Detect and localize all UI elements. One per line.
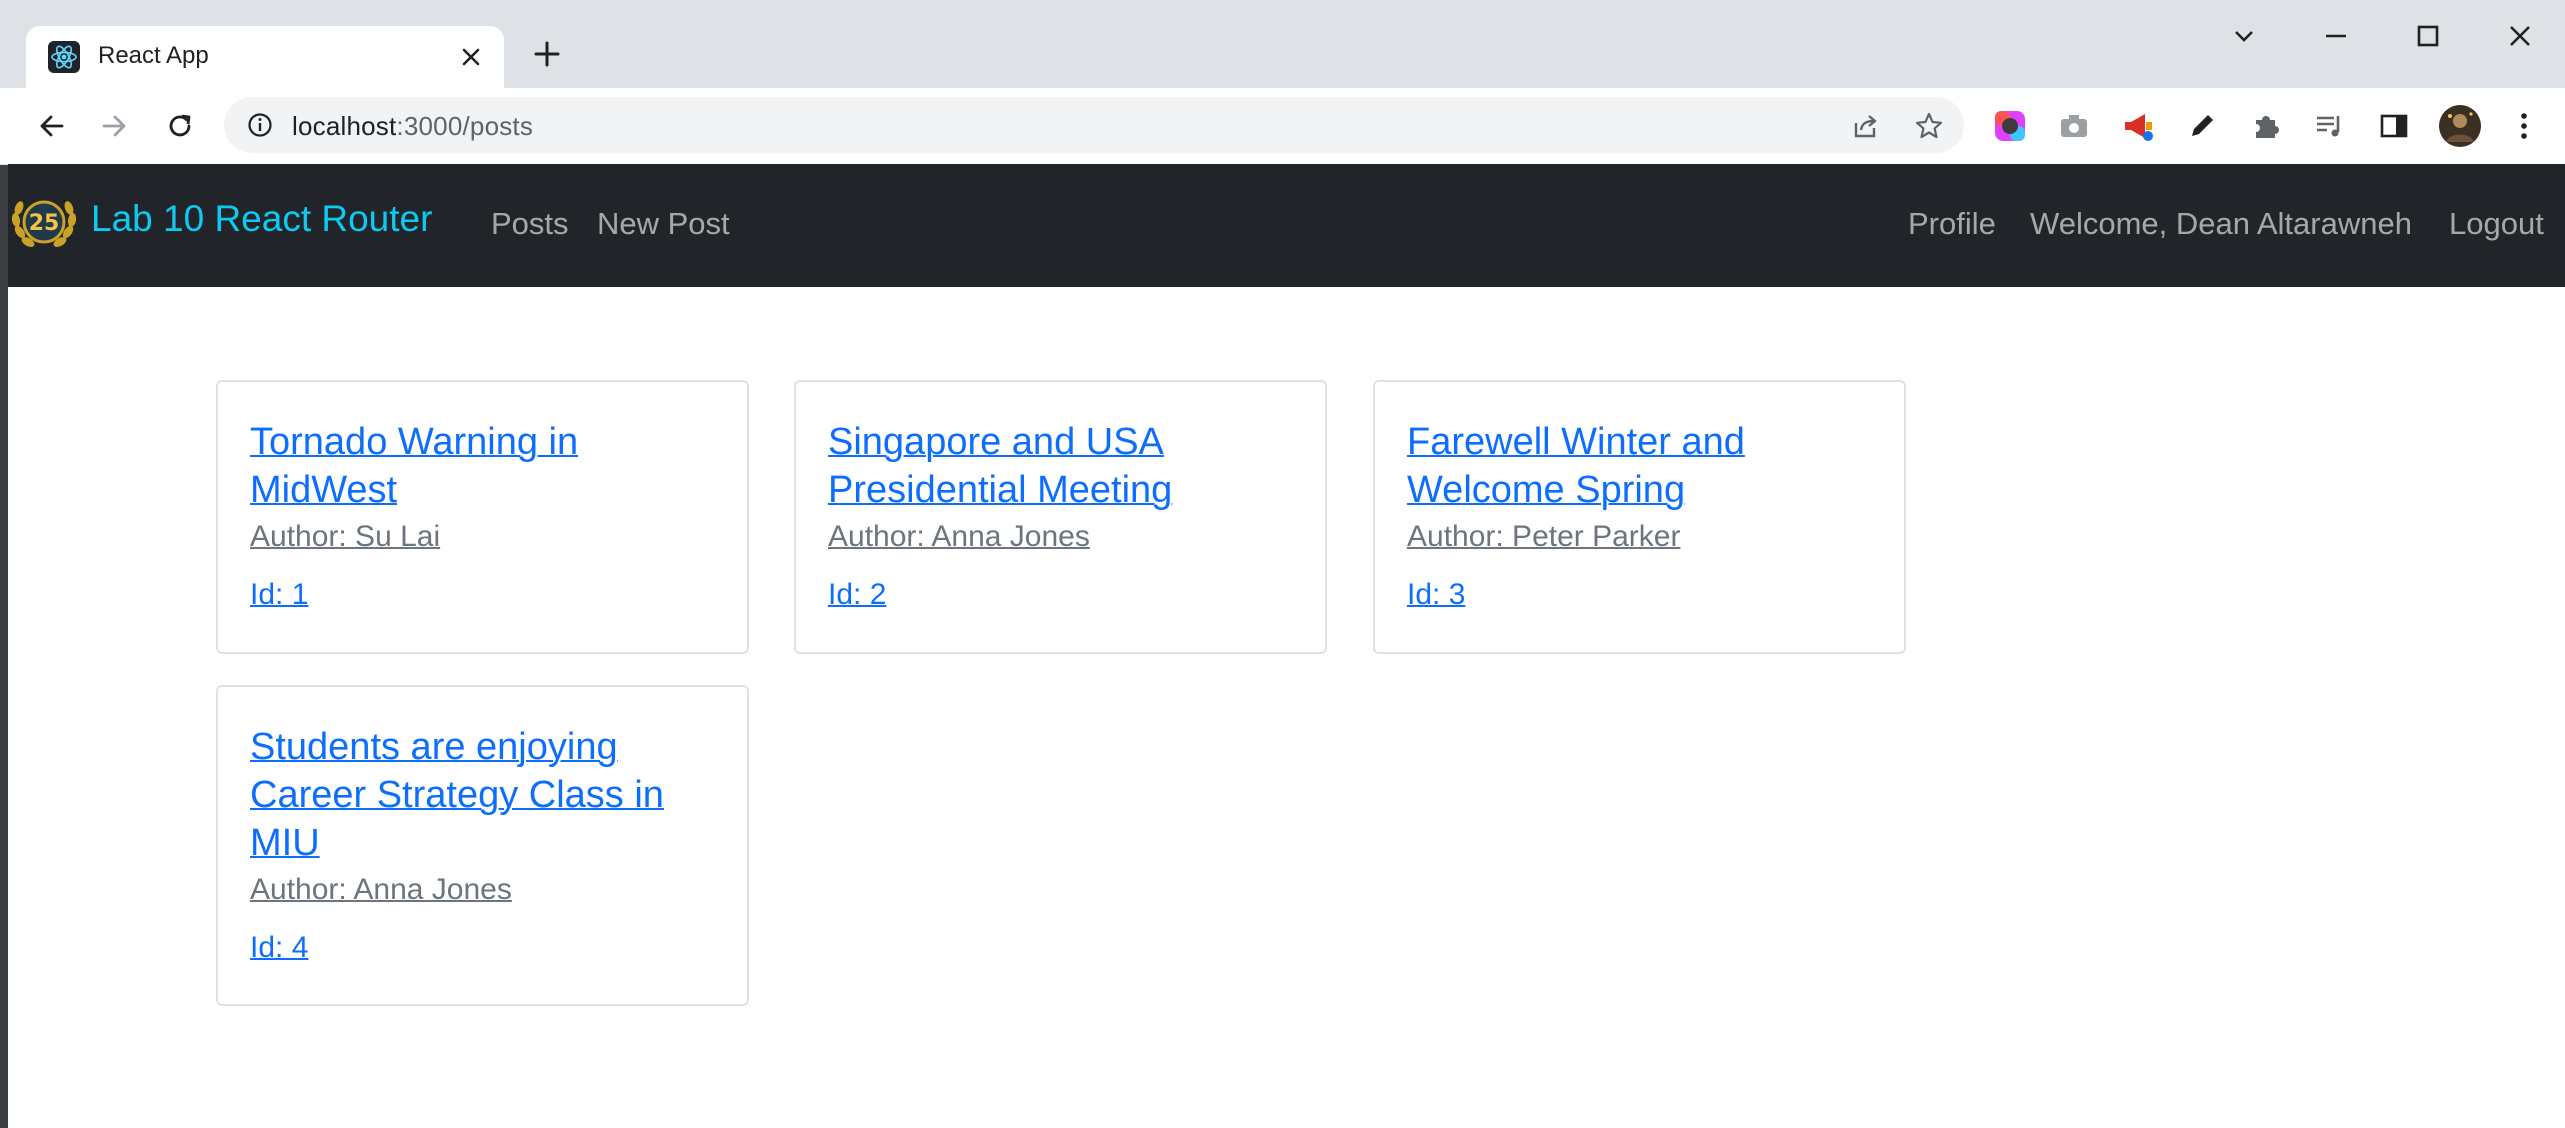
post-id-link[interactable]: Id: 2 <box>828 578 886 612</box>
post-author-link[interactable]: Author: Anna Jones <box>250 873 512 907</box>
svg-text:25: 25 <box>29 211 60 236</box>
reload-icon[interactable] <box>162 108 198 144</box>
browser-tab[interactable]: React App <box>26 26 504 88</box>
post-title-link[interactable]: Singapore and USA Presidential Meeting <box>828 418 1288 514</box>
nav-link-profile[interactable]: Profile <box>1908 206 1996 242</box>
minimize-icon[interactable] <box>2318 18 2354 54</box>
brand-link[interactable]: Lab 10 React Router <box>91 198 432 240</box>
share-icon[interactable] <box>1850 111 1880 141</box>
url-path: :3000/posts <box>396 111 534 141</box>
close-window-icon[interactable] <box>2502 18 2538 54</box>
site-info-icon[interactable] <box>246 111 274 139</box>
welcome-user-link[interactable]: Welcome, Dean Altarawneh <box>2030 206 2412 242</box>
post-author-link[interactable]: Author: Anna Jones <box>828 520 1090 554</box>
url-text: localhost:3000/posts <box>292 111 533 142</box>
pencil-extension-icon[interactable] <box>2184 108 2220 144</box>
address-bar[interactable]: localhost:3000/posts <box>224 97 1964 153</box>
color-picker-extension-icon[interactable] <box>1992 108 2028 144</box>
post-card: Students are enjoying Career Strategy Cl… <box>216 685 749 1006</box>
nav-link-posts[interactable]: Posts <box>491 206 569 242</box>
megaphone-extension-icon[interactable] <box>2120 108 2156 144</box>
profile-avatar[interactable] <box>2438 104 2482 148</box>
post-id-link[interactable]: Id: 3 <box>1407 578 1465 612</box>
tab-title: React App <box>98 42 209 69</box>
post-card: Farewell Winter and Welcome Spring Autho… <box>1373 380 1906 654</box>
browser-menu-icon[interactable] <box>2506 108 2542 144</box>
back-arrow-icon[interactable] <box>34 108 70 144</box>
maximize-icon[interactable] <box>2410 18 2446 54</box>
media-controls-icon[interactable] <box>2312 108 2348 144</box>
close-tab-icon[interactable] <box>456 42 486 72</box>
post-author-link[interactable]: Author: Peter Parker <box>1407 520 1680 554</box>
post-author-link[interactable]: Author: Su Lai <box>250 520 440 554</box>
post-card: Singapore and USA Presidential Meeting A… <box>794 380 1327 654</box>
nav-link-new-post[interactable]: New Post <box>597 206 730 242</box>
post-title-link[interactable]: Students are enjoying Career Strategy Cl… <box>250 723 710 867</box>
bookmark-star-icon[interactable] <box>1914 111 1944 141</box>
laurel-badge-logo[interactable]: 25 <box>8 186 80 258</box>
window-edge <box>0 0 8 1128</box>
post-id-link[interactable]: Id: 4 <box>250 931 308 965</box>
extensions-puzzle-icon[interactable] <box>2248 108 2284 144</box>
post-card: Tornado Warning in MidWest Author: Su La… <box>216 380 749 654</box>
browser-toolbar: localhost:3000/posts <box>0 88 2565 165</box>
post-id-link[interactable]: Id: 1 <box>250 578 308 612</box>
camera-extension-icon[interactable] <box>2056 108 2092 144</box>
post-title-link[interactable]: Farewell Winter and Welcome Spring <box>1407 418 1867 514</box>
post-title-link[interactable]: Tornado Warning in MidWest <box>250 418 710 514</box>
nav-link-logout[interactable]: Logout <box>2449 206 2544 242</box>
react-logo-icon <box>48 41 80 73</box>
tab-search-icon[interactable] <box>2226 18 2262 54</box>
app-navbar: 25 Lab 10 React Router Posts New Post Pr… <box>8 164 2565 287</box>
forward-arrow-icon[interactable] <box>96 108 132 144</box>
side-panel-icon[interactable] <box>2376 108 2412 144</box>
new-tab-icon[interactable] <box>530 37 564 71</box>
browser-tab-bar: React App <box>0 0 2565 88</box>
url-host: localhost <box>292 111 397 141</box>
